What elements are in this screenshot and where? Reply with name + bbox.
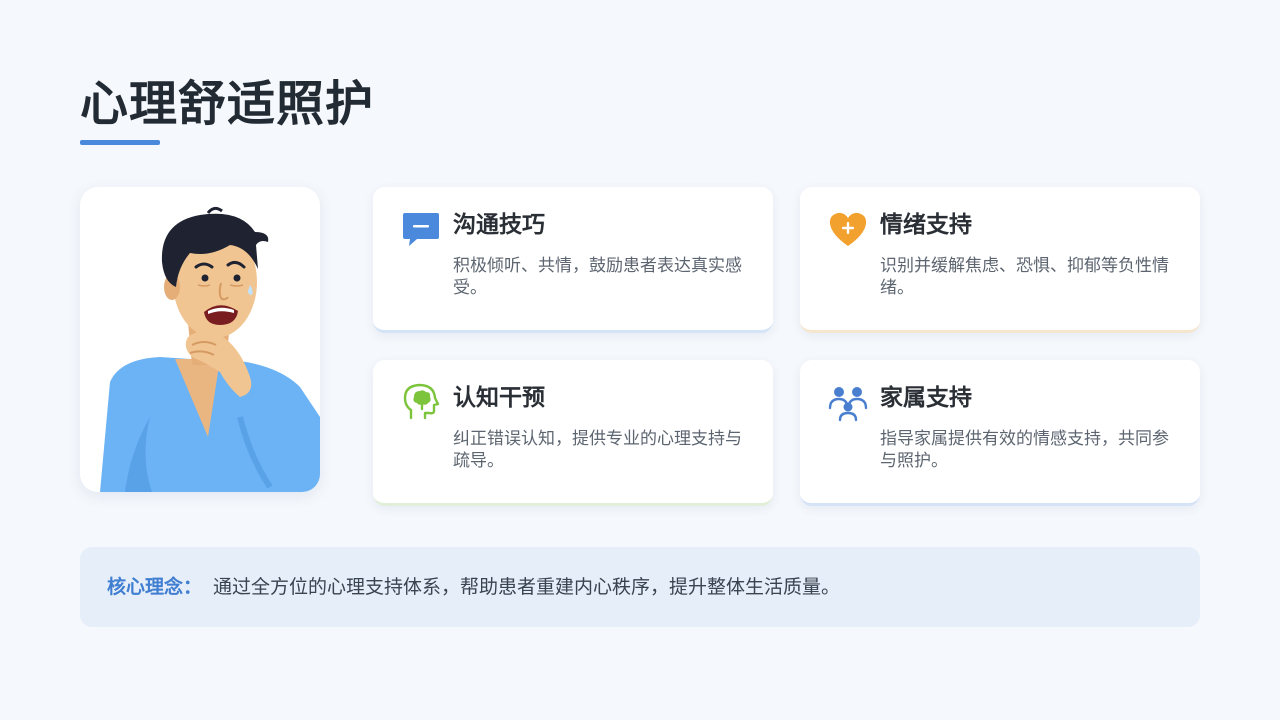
card-communication: 沟通技巧 积极倾听、共情，鼓励患者表达真实感受。 bbox=[373, 187, 773, 333]
head-brain-icon bbox=[401, 382, 441, 422]
title-underline bbox=[80, 140, 160, 145]
card-description: 指导家属提供有效的情感支持，共同参与照护。 bbox=[880, 429, 1169, 471]
card-description: 积极倾听、共情，鼓励患者表达真实感受。 bbox=[453, 256, 742, 298]
card-title: 情绪支持 bbox=[880, 212, 972, 238]
page-title: 心理舒适照护 bbox=[80, 76, 375, 132]
anxious-man-illustration bbox=[80, 187, 320, 492]
banner-text: 通过全方位的心理支持体系，帮助患者重建内心秩序，提升整体生活质量。 bbox=[213, 576, 841, 598]
card-description: 识别并缓解焦虑、恐惧、抑郁等负性情绪。 bbox=[880, 256, 1169, 298]
banner-label: 核心理念： bbox=[107, 576, 203, 598]
card-title: 家属支持 bbox=[880, 385, 972, 411]
core-concept-banner: 核心理念： 通过全方位的心理支持体系，帮助患者重建内心秩序，提升整体生活质量。 bbox=[80, 547, 1200, 627]
chat-bubble-icon bbox=[401, 209, 441, 249]
card-emotional-support: 情绪支持 识别并缓解焦虑、恐惧、抑郁等负性情绪。 bbox=[800, 187, 1200, 333]
card-cognitive-intervention: 认知干预 纠正错误认知，提供专业的心理支持与疏导。 bbox=[373, 360, 773, 506]
card-title: 沟通技巧 bbox=[453, 212, 545, 238]
card-family-support: 家属支持 指导家属提供有效的情感支持，共同参与照护。 bbox=[800, 360, 1200, 506]
family-group-icon bbox=[828, 382, 868, 422]
card-title: 认知干预 bbox=[453, 385, 545, 411]
heart-plus-icon bbox=[828, 209, 868, 249]
card-description: 纠正错误认知，提供专业的心理支持与疏导。 bbox=[453, 429, 742, 471]
